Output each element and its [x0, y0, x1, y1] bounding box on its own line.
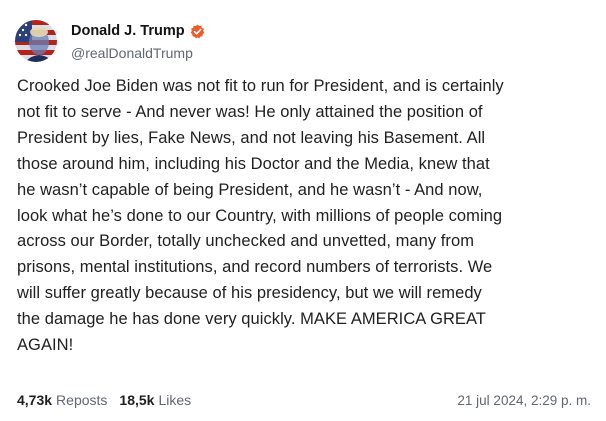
likes-label: Likes — [158, 392, 192, 408]
reposts-count: 4,73k — [17, 392, 53, 408]
avatar[interactable] — [15, 20, 57, 62]
post-footer: 4,73k Reposts 18,5k Likes 21 jul 2024, 2… — [17, 390, 591, 410]
post-body: Crooked Joe Biden was not fit to run for… — [17, 74, 597, 359]
post-line: President by lies, Fake News, and not le… — [17, 128, 486, 147]
post-line: he wasn’t capable of being President, an… — [17, 180, 483, 199]
post-line: those around him, including his Doctor a… — [17, 154, 490, 173]
post-line: look what he’s done to our Country, with… — [17, 206, 503, 225]
author-handle[interactable]: @realDonaldTrump — [71, 45, 205, 61]
author-info: Donald J. Trump @realDonaldTrump — [71, 21, 205, 61]
reposts-stat[interactable]: 4,73k Reposts — [17, 392, 107, 408]
post-line: will suffer greatly because of his presi… — [17, 284, 482, 303]
verified-badge-icon — [190, 24, 204, 38]
author-display-name[interactable]: Donald J. Trump — [71, 23, 185, 39]
post-card: Donald J. Trump @realDonaldTrump Crooked… — [0, 0, 606, 421]
avatar-flag-portrait-icon — [15, 20, 57, 62]
post-line: the damage he has done very quickly. MAK… — [17, 310, 486, 329]
post-timestamp[interactable]: 21 jul 2024, 2:29 p. m. — [457, 393, 591, 408]
likes-count: 18,5k — [119, 392, 155, 408]
likes-stat[interactable]: 18,5k Likes — [119, 392, 191, 408]
author-name-row: Donald J. Trump — [71, 21, 205, 41]
post-line: prisons, mental institutions, and record… — [17, 258, 493, 277]
post-line: not fit to serve - And never was! He onl… — [17, 102, 483, 121]
post-line: Crooked Joe Biden was not fit to run for… — [17, 77, 504, 95]
post-line: across our Border, totally unchecked and… — [17, 232, 474, 251]
reposts-label: Reposts — [56, 392, 108, 408]
post-line: AGAIN! — [17, 336, 74, 355]
post-header: Donald J. Trump @realDonaldTrump — [15, 19, 205, 63]
